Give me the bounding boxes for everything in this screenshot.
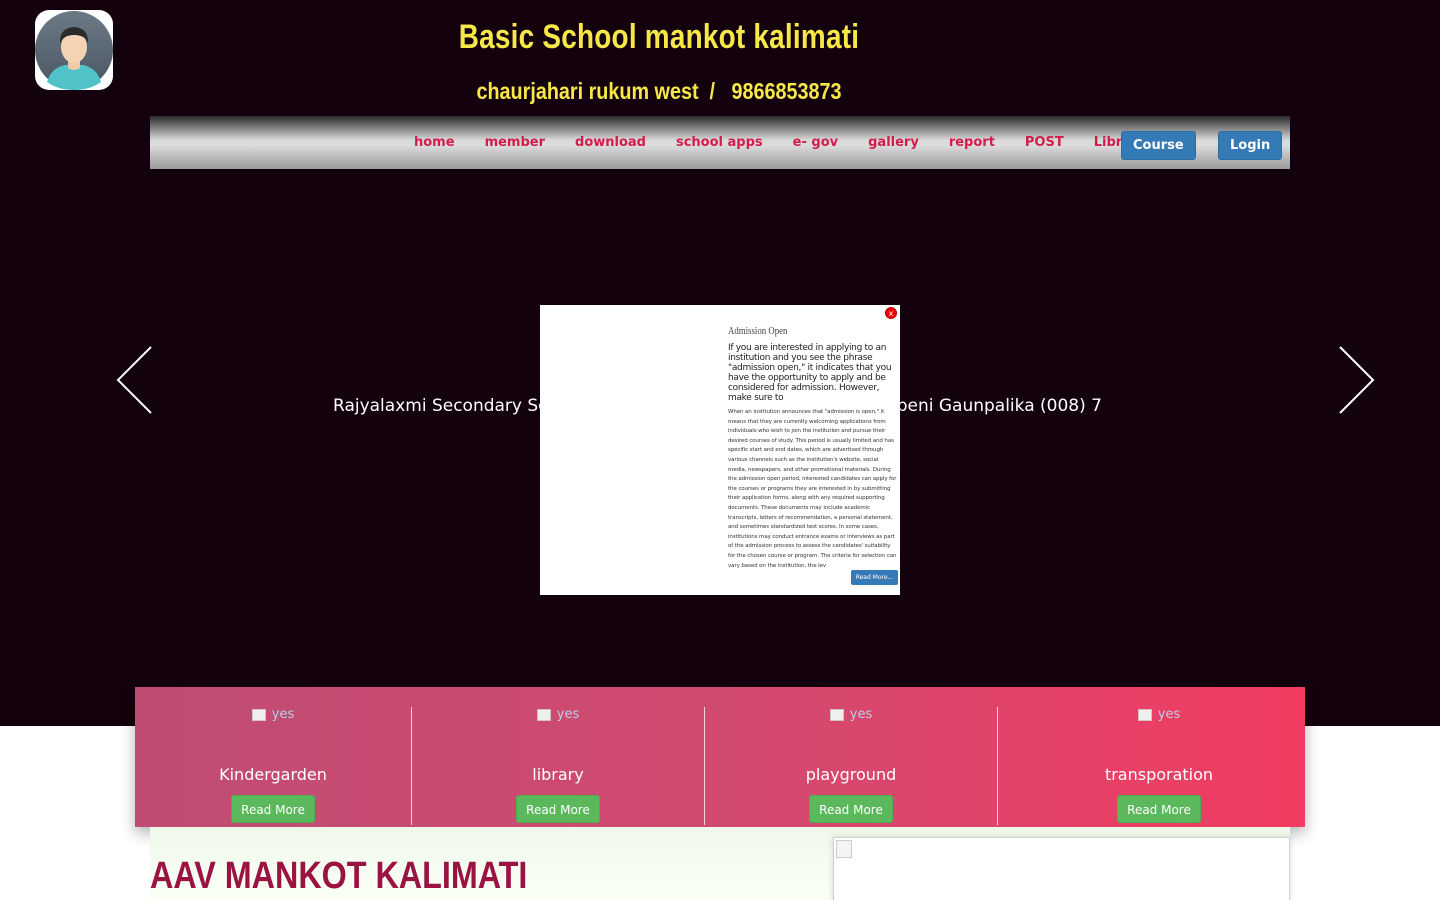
popup-title: Admission Open (728, 325, 788, 337)
broken-image-icon (836, 840, 852, 858)
feature-image-alt: yes (556, 707, 580, 722)
broken-image-icon (536, 708, 551, 721)
features-strip: yes Kindergarden Read More yes library R… (135, 687, 1305, 827)
arrow-left-icon[interactable] (115, 345, 155, 415)
slide-caption-right: ribeni Gaunpalika (008) 7 (885, 396, 1102, 416)
about-title: AAV MANKOT KALIMATI (150, 855, 528, 897)
feature-kindergarden: yes Kindergarden Read More (135, 707, 412, 825)
feature-title: transporation (1104, 765, 1214, 784)
feature-transporation: yes transporation Read More (998, 707, 1320, 825)
nav-member[interactable]: member (485, 135, 545, 150)
feature-image: yes (518, 707, 598, 727)
nav-gallery[interactable]: gallery (868, 135, 919, 150)
main-navbar: home member download school apps e- gov … (150, 116, 1290, 169)
nav-school-apps[interactable]: school apps (676, 135, 763, 150)
feature-read-more-button[interactable]: Read More (1117, 795, 1201, 823)
feature-read-more-button[interactable]: Read More (516, 795, 600, 823)
about-image (833, 837, 1290, 900)
course-button[interactable]: Course (1121, 131, 1196, 160)
broken-image-icon (251, 708, 266, 721)
feature-library: yes library Read More (412, 707, 705, 825)
nav-post[interactable]: POST (1025, 135, 1064, 150)
popup-body-text: When an institution announces that "admi… (728, 409, 897, 569)
slide-caption-left: Rajyalaxmi Secondary Sc (333, 396, 548, 416)
feature-image: yes (1119, 707, 1199, 727)
login-button[interactable]: Login (1218, 131, 1283, 160)
site-title: Basic School mankot kalimati (458, 18, 860, 56)
nav-e-gov[interactable]: e- gov (793, 135, 838, 150)
feature-title: Kindergarden (219, 765, 327, 784)
feature-read-more-button[interactable]: Read More (809, 795, 893, 823)
broken-image-icon (829, 708, 844, 721)
nav-download[interactable]: download (575, 135, 646, 150)
feature-title: playground (805, 765, 897, 784)
feature-image-alt: yes (1157, 707, 1181, 722)
feature-image: yes (811, 707, 891, 727)
close-icon[interactable]: x (885, 307, 897, 319)
popup-read-more-button[interactable]: Read More... (851, 570, 898, 585)
feature-image-alt: yes (271, 707, 295, 722)
nav-report[interactable]: report (949, 135, 995, 150)
nav-links: home member download school apps e- gov … (414, 135, 1176, 150)
site-subtitle: chaurjahari rukum west / 9866853873 (476, 78, 842, 104)
feature-playground: yes playground Read More (705, 707, 998, 825)
feature-title: library (532, 765, 584, 784)
nav-home[interactable]: home (414, 135, 455, 150)
broken-image-icon (1137, 708, 1152, 721)
popup-lead-text: If you are interested in applying to an … (728, 343, 892, 403)
feature-image-alt: yes (849, 707, 873, 722)
feature-read-more-button[interactable]: Read More (231, 795, 315, 823)
feature-image: yes (233, 707, 313, 727)
arrow-right-icon[interactable] (1336, 345, 1376, 415)
